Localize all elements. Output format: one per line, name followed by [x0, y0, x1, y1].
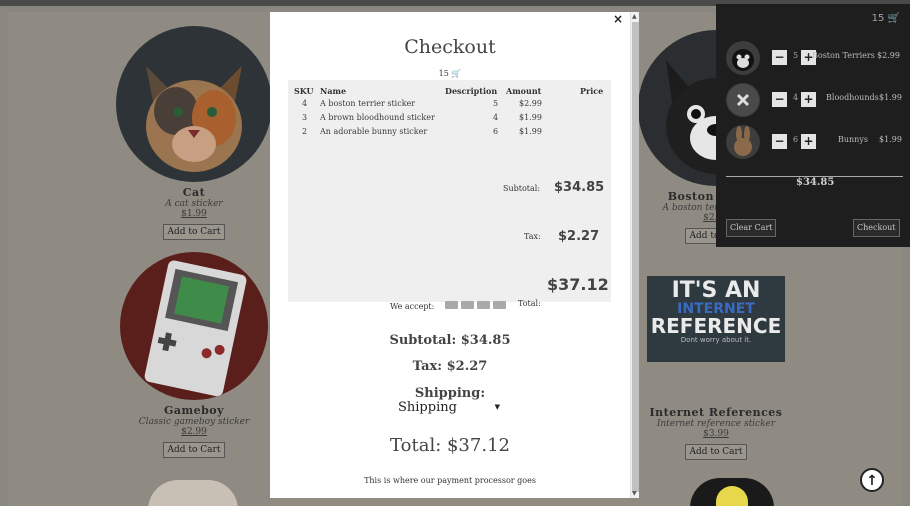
- product-price: $1.99: [181, 209, 207, 219]
- visa-card-icon: [445, 301, 458, 309]
- column-header-amount: Amount: [506, 86, 542, 96]
- footer-tax: Tax: $2.27: [412, 359, 488, 374]
- checkout-title: Checkout: [404, 36, 496, 58]
- subtotal-label: Subtotal:: [503, 184, 541, 193]
- modal-scrollbar[interactable]: ▲ ▼: [630, 12, 639, 498]
- increase-quantity-button[interactable]: +: [801, 92, 816, 107]
- table-row: 2 An adorable bunny sticker 6 $1.99: [302, 127, 542, 136]
- add-to-cart-button[interactable]: Add to Cart: [162, 224, 226, 240]
- scroll-to-top-icon[interactable]: ↑: [860, 468, 884, 492]
- product-card-internet-references: IT'S AN INTERNET REFERENCE Dont worry ab…: [636, 276, 796, 460]
- total-label: Total:: [518, 299, 541, 308]
- cart-item-bunnys: − 6 + Bunnys $1.99: [726, 125, 906, 159]
- clear-cart-button[interactable]: Clear Cart: [726, 219, 777, 237]
- scroll-up-icon[interactable]: ▲: [632, 13, 637, 20]
- boston-terrier-thumbnail: [726, 41, 760, 75]
- payment-cards: [445, 301, 506, 309]
- partial-sticker-left: [148, 480, 238, 506]
- close-icon[interactable]: ×: [613, 12, 623, 26]
- bunny-thumbnail: [726, 125, 760, 159]
- decrease-quantity-button[interactable]: −: [772, 134, 787, 149]
- order-summary-table: SKU Name Description Amount Price 4 A bo…: [288, 80, 611, 308]
- shipping-select[interactable]: Shipping ▼: [398, 400, 502, 416]
- column-header-price: Price: [580, 86, 604, 96]
- side-cart-total: $34.85: [796, 177, 835, 188]
- product-name: Internet References: [649, 406, 783, 419]
- tax-value: $2.27: [558, 229, 600, 244]
- cart-item-bloodhounds: − 4 + Bloodhounds $1.99: [726, 83, 906, 117]
- product-name: Gameboy: [163, 404, 225, 417]
- product-card-gameboy: Gameboy Classic gameboy sticker $2.99 Ad…: [114, 252, 274, 458]
- cart-count: 15 🛒: [438, 69, 462, 78]
- cart-item-name: Bloodhounds: [826, 93, 879, 102]
- scroll-down-icon[interactable]: ▼: [632, 490, 637, 497]
- scrollbar-thumb[interactable]: [632, 22, 639, 492]
- add-to-cart-button[interactable]: Add to Cart: [684, 444, 748, 460]
- total-value: $37.12: [547, 275, 609, 294]
- mastercard-card-icon: [461, 301, 474, 309]
- internet-reference-sticker-image: IT'S AN INTERNET REFERENCE Dont worry ab…: [647, 276, 785, 362]
- we-accept-label: We accept:: [390, 302, 435, 311]
- footer-total: Total: $37.12: [390, 435, 510, 456]
- amex-card-icon: [477, 301, 490, 309]
- table-row: 3 A brown bloodhound sticker 4 $1.99: [302, 113, 542, 122]
- product-price: $2.99: [181, 427, 207, 437]
- column-header-name: Name: [320, 86, 347, 96]
- decrease-quantity-button[interactable]: −: [772, 92, 787, 107]
- cart-item-boston-terriers: − 5 + Boston Terriers $2.99: [726, 41, 906, 75]
- gameboy-sticker-image: [120, 252, 268, 400]
- cart-item-price: $1.99: [879, 135, 902, 144]
- cart-icon: 🛒: [451, 69, 462, 78]
- bloodhound-thumbnail: [726, 83, 760, 117]
- column-header-description: Description: [445, 86, 498, 96]
- add-to-cart-button[interactable]: Add to Cart: [162, 442, 226, 458]
- cart-item-name: Bunnys: [838, 135, 868, 144]
- footer-shipping-label: Shipping:: [414, 386, 486, 401]
- chevron-down-icon: ▼: [494, 403, 500, 411]
- product-card-cat: Cat A cat sticker $1.99 Add to Cart: [114, 26, 274, 240]
- checkout-button[interactable]: Checkout: [853, 219, 900, 237]
- product-description: A cat sticker: [165, 199, 223, 209]
- discover-card-icon: [493, 301, 506, 309]
- footer-subtotal: Subtotal: $34.85: [389, 333, 511, 348]
- payment-processor-note: This is where our payment processor goes: [364, 476, 536, 485]
- product-description: Classic gameboy sticker: [138, 417, 250, 427]
- side-cart-count: 15 🛒: [871, 13, 900, 24]
- tax-label: Tax:: [524, 232, 541, 241]
- item-quantity: 6: [793, 135, 799, 144]
- cart-item-name: Boston Terriers: [812, 51, 875, 60]
- cart-icon: 🛒: [887, 13, 900, 24]
- item-quantity: 5: [793, 51, 799, 60]
- column-header-sku: SKU: [294, 86, 314, 96]
- cart-item-price: $1.99: [879, 93, 902, 102]
- side-cart: 15 🛒 − 5 + Boston Terriers $2.99 − 4 + B…: [716, 4, 910, 247]
- subtotal-value: $34.85: [554, 180, 605, 195]
- item-quantity: 4: [793, 93, 799, 102]
- checkout-modal: × Checkout 15 🛒 SKU Name Description Amo…: [270, 12, 639, 498]
- decrease-quantity-button[interactable]: −: [772, 50, 787, 65]
- product-description: Internet reference sticker: [656, 419, 776, 429]
- table-row: 4 A boston terrier sticker 5 $2.99: [302, 99, 542, 108]
- cart-item-price: $2.99: [877, 51, 900, 60]
- partial-sticker-right: [690, 478, 774, 506]
- cat-sticker-image: [116, 26, 272, 182]
- product-price: $3.99: [703, 429, 729, 439]
- increase-quantity-button[interactable]: +: [801, 134, 816, 149]
- product-name: Cat: [182, 186, 206, 199]
